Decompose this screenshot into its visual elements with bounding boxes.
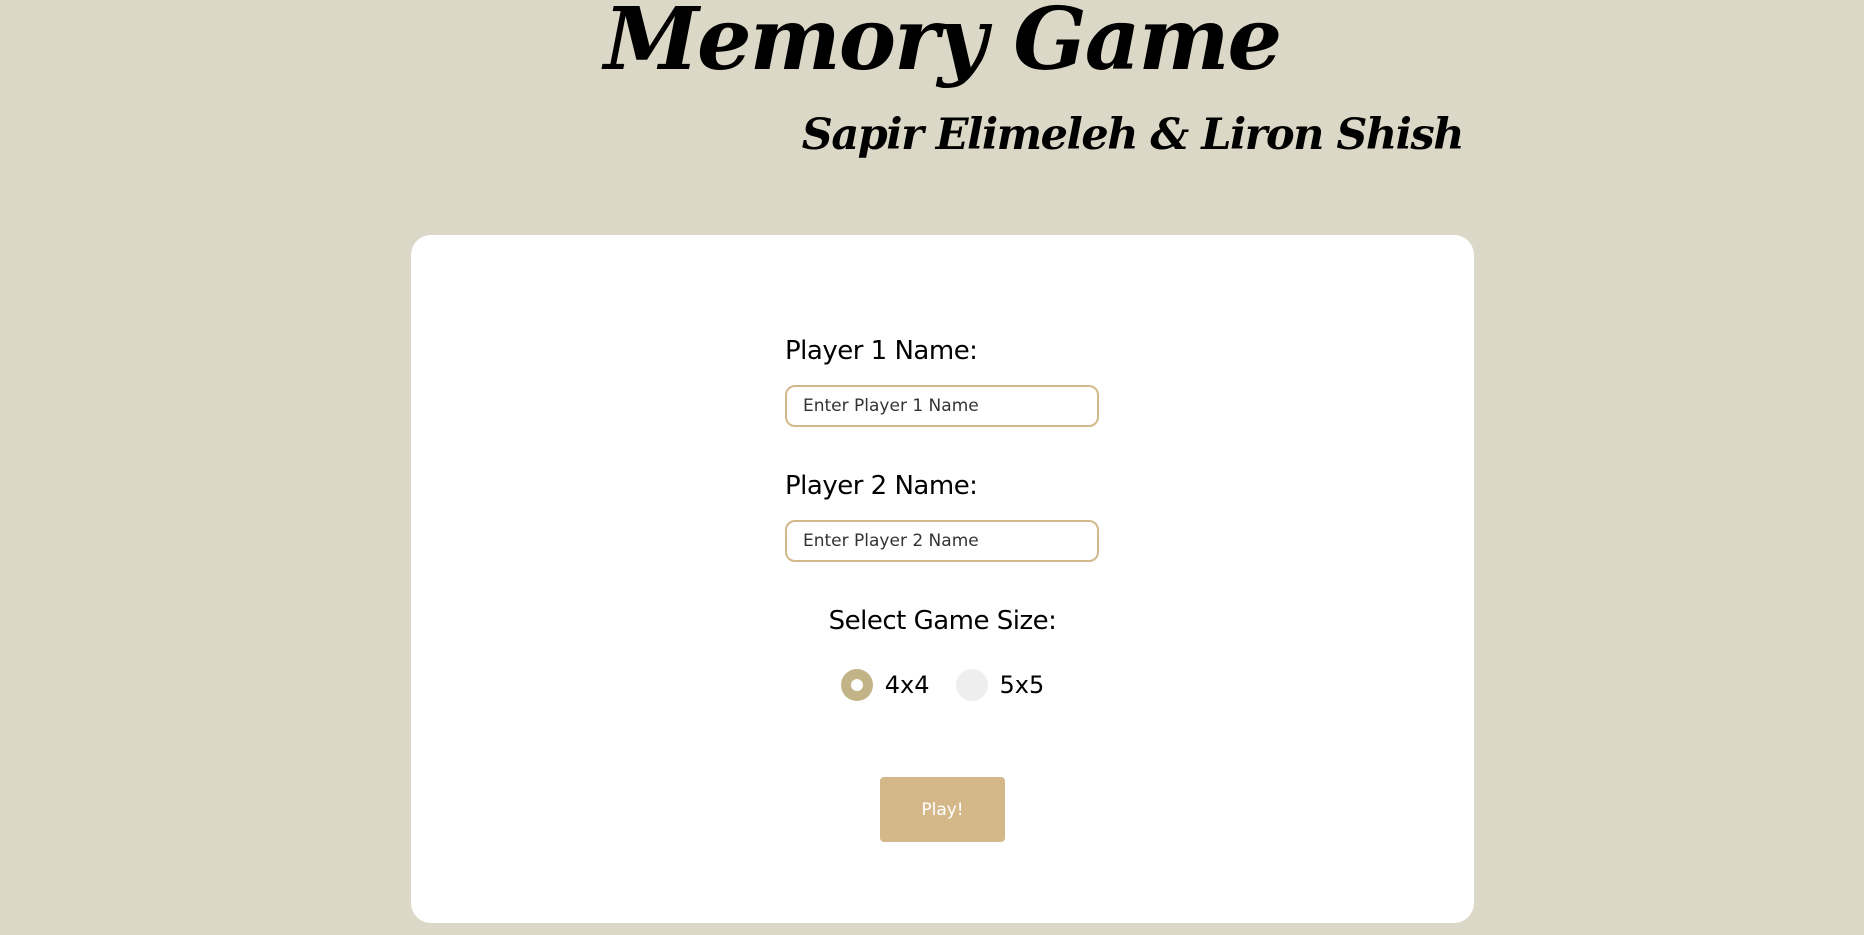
game-size-option-5x5[interactable]: 5x5 [955, 669, 1045, 701]
player1-name-label: Player 1 Name: [785, 336, 978, 366]
page-title: Memory Game [603, 0, 1282, 90]
game-size-label: Select Game Size: [828, 606, 1057, 636]
radio-5x5-label: 5x5 [999, 671, 1045, 699]
player2-name-input[interactable] [785, 520, 1099, 562]
setup-card: Player 1 Name: Player 2 Name: Select Gam… [411, 235, 1474, 923]
game-size-option-4x4[interactable]: 4x4 [840, 669, 930, 701]
radio-4x4-checked-icon[interactable] [840, 669, 873, 701]
radio-4x4-label: 4x4 [884, 671, 930, 699]
player2-name-label: Player 2 Name: [785, 471, 978, 501]
radio-5x5-unchecked-icon[interactable] [955, 669, 988, 701]
game-size-radio-group: 4x4 5x5 [411, 667, 1474, 703]
player1-name-input[interactable] [785, 385, 1099, 427]
play-button[interactable]: Play! [880, 777, 1005, 842]
authors-subtitle: Sapir Elimeleh & Liron Shish [801, 110, 1465, 160]
